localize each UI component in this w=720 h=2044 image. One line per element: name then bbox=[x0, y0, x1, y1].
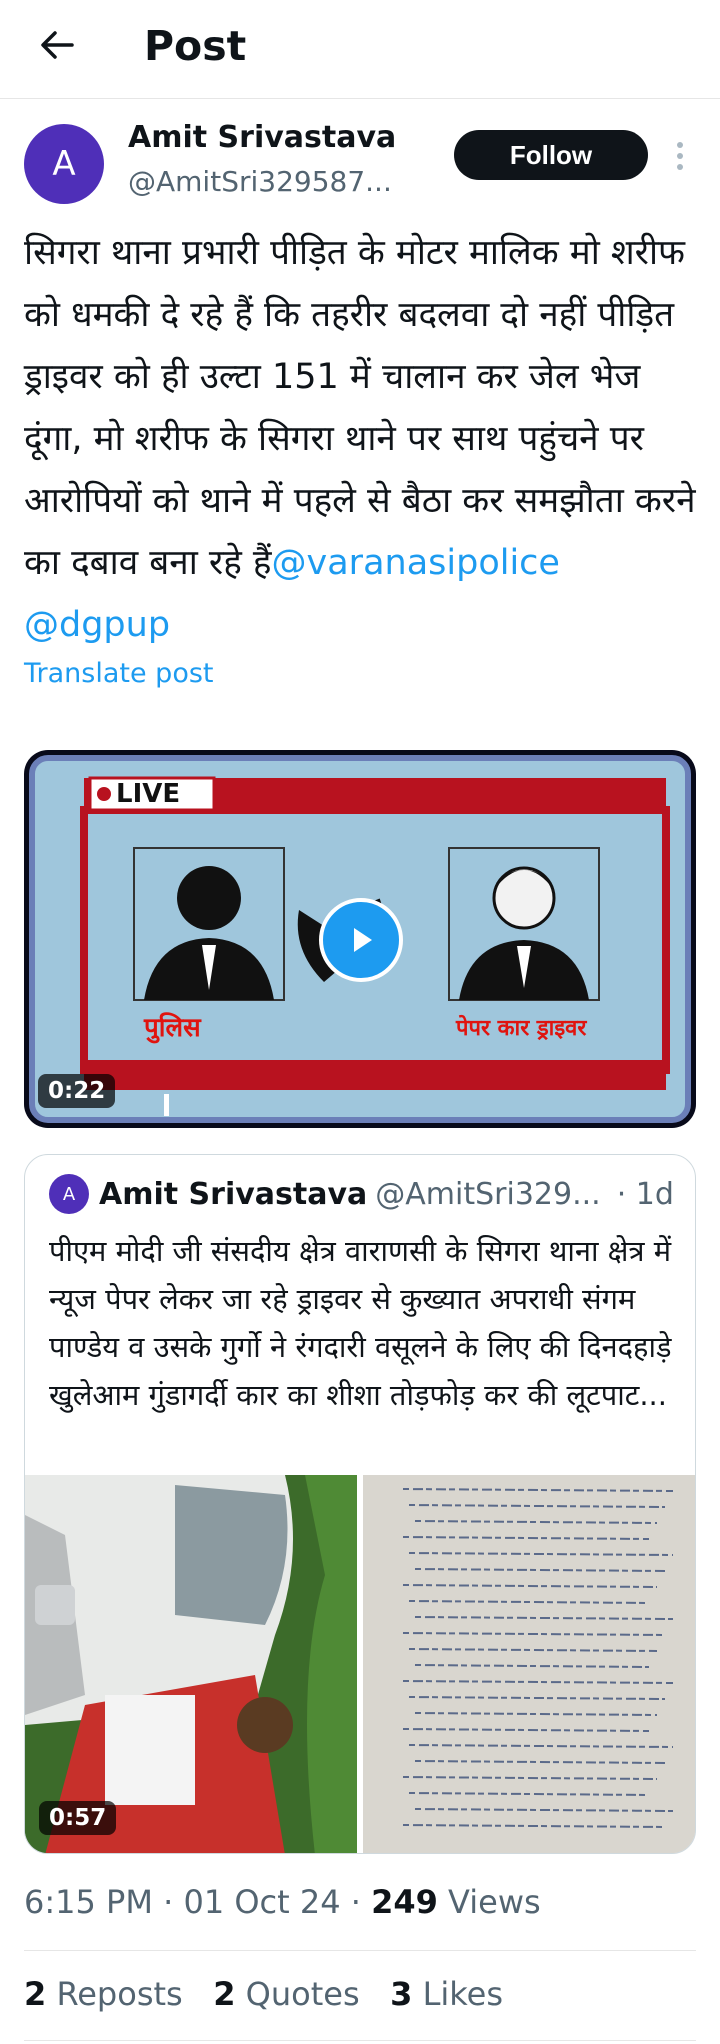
quoted-author-name: Amit Srivastava bbox=[99, 1176, 368, 1212]
page-title: Post bbox=[144, 22, 247, 70]
back-button[interactable] bbox=[30, 18, 84, 72]
quoted-post-text: पीएम मोदी जी संसदीय क्षेत्र वाराणसी के स… bbox=[49, 1234, 672, 1412]
more-vertical-icon bbox=[677, 142, 683, 170]
translate-post-link[interactable]: Translate post bbox=[24, 654, 214, 694]
post-stats: 2 Reposts 2 Quotes 3 Likes bbox=[24, 1972, 503, 2016]
author-name[interactable]: Amit Srivastava bbox=[128, 118, 396, 158]
top-bar: Post bbox=[0, 0, 720, 99]
video-duration: 0:22 bbox=[38, 1074, 116, 1108]
letter-image[interactable] bbox=[363, 1475, 695, 1853]
quotes-label: Quotes bbox=[245, 1975, 360, 2013]
reposts-count: 2 bbox=[24, 1975, 47, 2013]
post-time: 6:15 PM bbox=[24, 1883, 153, 1921]
quoted-post-time: · 1d bbox=[616, 1176, 674, 1212]
more-options-button[interactable] bbox=[666, 136, 694, 176]
live-label: LIVE bbox=[116, 779, 181, 809]
meta-separator: · bbox=[350, 1883, 361, 1921]
quotes-count: 2 bbox=[213, 1975, 236, 2013]
quoted-author-handle: @AmitSri329... bbox=[375, 1176, 601, 1212]
post-date: 01 Oct 24 bbox=[183, 1883, 341, 1921]
right-caption: पेपर कार ड्राइवर bbox=[456, 1016, 587, 1041]
mention-dgpup[interactable]: @dgpup bbox=[24, 605, 170, 645]
post-video[interactable]: LIVE पुलिस पेपर कार ड्राइवर 0:22 bbox=[24, 750, 696, 1128]
post-body: सिगरा थाना प्रभारी पीड़ित के मोटर मालिक … bbox=[24, 233, 696, 583]
quotes-stat[interactable]: 2 Quotes bbox=[213, 1975, 359, 2013]
quoted-post-media[interactable]: 0:57 bbox=[25, 1475, 695, 1853]
quoted-post[interactable]: A Amit Srivastava @AmitSri329... · 1d पी… bbox=[24, 1154, 696, 1854]
quoted-video-duration: 0:57 bbox=[39, 1801, 117, 1835]
arrow-left-icon bbox=[41, 31, 74, 59]
divider bbox=[24, 2040, 696, 2041]
post-meta: 6:15 PM · 01 Oct 24 · 249 Views bbox=[24, 1880, 541, 1924]
divider bbox=[24, 1950, 696, 1951]
reposts-label: Reposts bbox=[56, 1975, 183, 2013]
mention-varanasipolice[interactable]: @varanasipolice bbox=[272, 543, 560, 583]
play-button[interactable] bbox=[319, 898, 403, 982]
views-count: 249 bbox=[371, 1883, 438, 1921]
handwritten-letter-photo bbox=[363, 1475, 695, 1853]
post-text: सिगरा थाना प्रभारी पीड़ित के मोटर मालिक … bbox=[24, 222, 700, 656]
reposts-stat[interactable]: 2 Reposts bbox=[24, 1975, 183, 2013]
likes-stat[interactable]: 3 Likes bbox=[390, 1975, 503, 2013]
left-caption: पुलिस bbox=[144, 1013, 201, 1043]
play-icon bbox=[354, 928, 372, 952]
likes-count: 3 bbox=[390, 1975, 413, 2013]
follow-button[interactable]: Follow bbox=[454, 130, 648, 180]
quoted-post-header: A Amit Srivastava @AmitSri329... · 1d bbox=[49, 1169, 680, 1219]
car-photo bbox=[25, 1475, 357, 1853]
views-label: Views bbox=[448, 1883, 541, 1921]
likes-label: Likes bbox=[422, 1975, 504, 2013]
quoted-video-thumbnail[interactable]: 0:57 bbox=[25, 1475, 357, 1853]
author-avatar[interactable]: A bbox=[24, 124, 104, 204]
quoted-author-avatar: A bbox=[49, 1174, 89, 1214]
meta-separator: · bbox=[163, 1883, 174, 1921]
author-handle[interactable]: @AmitSri329587... bbox=[128, 162, 392, 202]
